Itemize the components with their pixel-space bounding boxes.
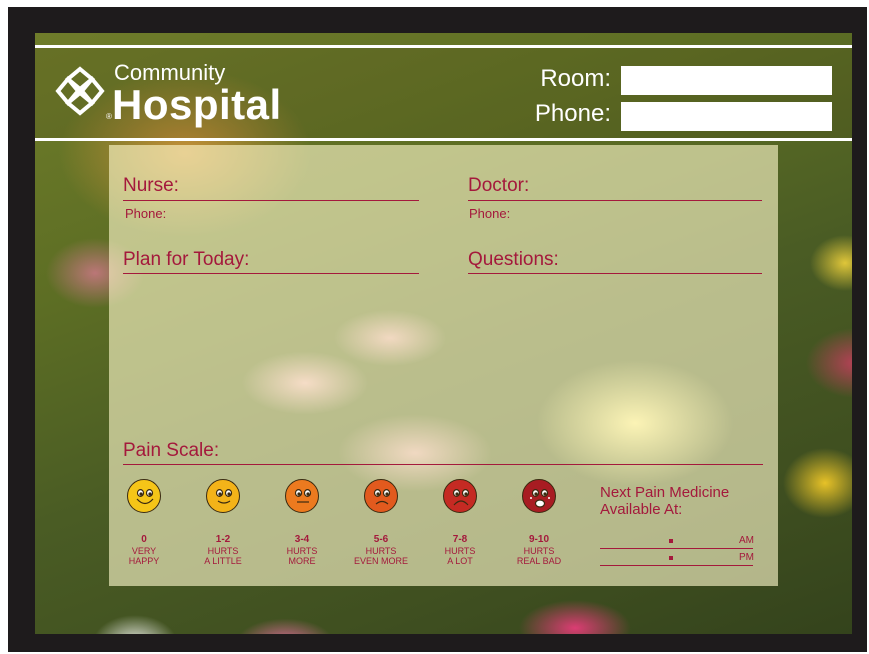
questions-line[interactable]: [468, 273, 762, 274]
room-field[interactable]: [621, 66, 832, 95]
am-label: AM: [739, 535, 754, 546]
nurse-phone-label: Phone:: [125, 206, 167, 221]
pain-level-3-number: 5-6: [373, 534, 389, 545]
face-very-happy-icon: [127, 479, 161, 513]
pain-level-3-line1: HURTS: [365, 546, 397, 556]
info-panel: Nurse: Phone: Doctor: Phone: Plan for To…: [109, 145, 778, 586]
am-line[interactable]: [600, 548, 753, 549]
hospital-logo: Community Hospital ®: [54, 60, 314, 131]
pain-level-0-number: 0: [141, 534, 147, 545]
pm-label: PM: [739, 552, 754, 563]
phone-label: Phone:: [534, 100, 611, 127]
plan-title: Plan for Today:: [123, 249, 250, 270]
pain-level-2-line2: MORE: [288, 556, 316, 566]
questions-title: Questions:: [468, 249, 559, 270]
pain-level-5-line2: REAL BAD: [516, 556, 562, 566]
pain-level-4-number: 7-8: [452, 534, 468, 545]
pain-level-4-line2: A LOT: [447, 556, 473, 566]
pain-level-5-line1: HURTS: [523, 546, 555, 556]
pain-scale-title: Pain Scale:: [123, 440, 220, 461]
doctor-title: Doctor:: [468, 175, 530, 196]
face-crying-icon: [522, 479, 556, 513]
pain-level-4-line1: HURTS: [444, 546, 476, 556]
pm-line[interactable]: [600, 565, 753, 566]
pain-level-2-number: 3-4: [294, 534, 310, 545]
pain-level-1-number: 1-2: [215, 534, 231, 545]
doctor-phone-label: Phone:: [469, 206, 511, 221]
doctor-line[interactable]: [468, 200, 762, 201]
pain-level-0-line1: VERY: [131, 546, 157, 556]
plan-line[interactable]: [123, 273, 419, 274]
pain-level-0-line2: HAPPY: [128, 556, 160, 566]
pain-level-2-line1: HURTS: [286, 546, 318, 556]
pain-level-1-line1: HURTS: [207, 546, 239, 556]
face-neutral-icon: [285, 479, 319, 513]
nurse-line[interactable]: [123, 200, 419, 201]
face-very-sad-icon: [443, 479, 477, 513]
pain-level-1-line2: A LITTLE: [204, 556, 242, 566]
nurse-title: Nurse:: [123, 175, 179, 196]
am-bullet: [669, 539, 673, 543]
header-band: Community Hospital ® Room: Phone:: [35, 45, 852, 141]
phone-field[interactable]: [621, 102, 832, 131]
face-sad-icon: [364, 479, 398, 513]
pain-level-5-number: 9-10: [528, 534, 549, 545]
pain-level-3-line2: EVEN MORE: [353, 556, 408, 566]
face-happy-icon: [206, 479, 240, 513]
logo-hospital-text: Hospital: [112, 81, 282, 128]
next-medicine-title: Next Pain Medicine Available At:: [600, 484, 730, 518]
pain-scale-line: [123, 464, 763, 465]
registered-mark: ®: [106, 112, 112, 121]
pm-bullet: [669, 556, 673, 560]
room-label: Room:: [540, 65, 611, 92]
logo-icon: [55, 66, 105, 116]
